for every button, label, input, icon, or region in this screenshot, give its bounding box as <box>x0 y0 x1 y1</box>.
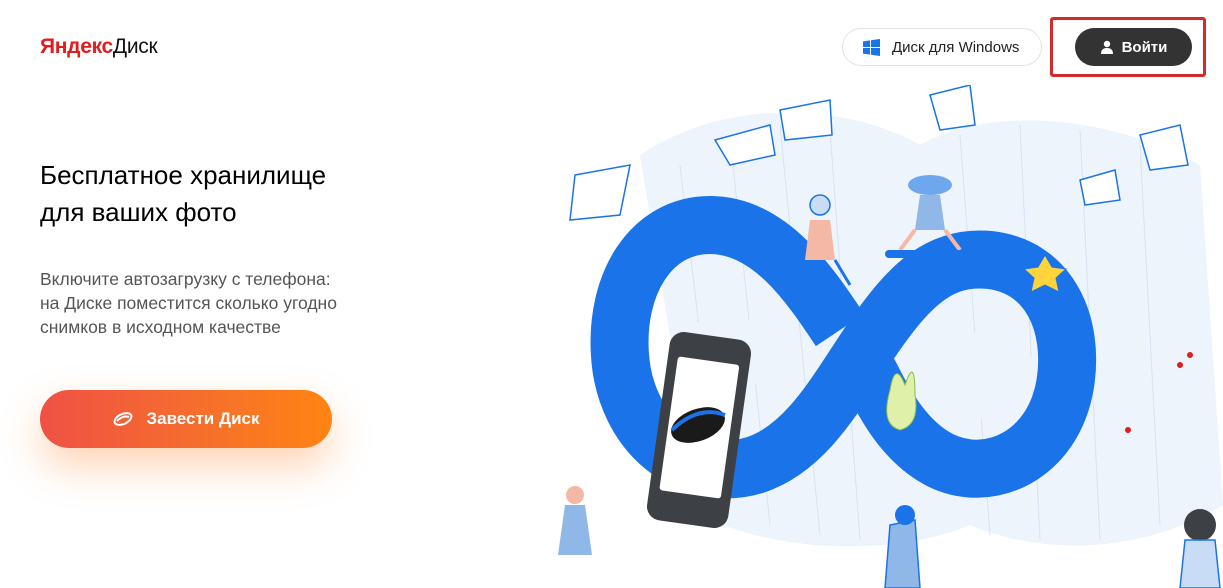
create-disk-label: Завести Диск <box>146 409 260 428</box>
description-line-1: Включите автозагрузку с телефона: <box>40 269 331 289</box>
user-icon <box>1100 40 1113 54</box>
windows-icon <box>863 38 880 56</box>
description-line-2: на Диске поместится сколько угодно <box>40 293 337 313</box>
logo-product: Диск <box>112 35 158 58</box>
page-description: Включите автозагрузку с телефона: на Дис… <box>40 267 400 339</box>
login-button[interactable]: Войти <box>1075 28 1192 66</box>
disk-for-windows-button[interactable]: Диск для Windows <box>842 28 1042 66</box>
logo-brand: Яндекс <box>40 35 113 58</box>
hero-illustration <box>558 85 1223 588</box>
headline-line-1: Бесплатное хранилище <box>40 160 327 190</box>
character-bottom-right <box>1179 509 1221 588</box>
character-bottom-left <box>558 486 592 555</box>
windows-button-label: Диск для Windows <box>892 38 1020 56</box>
disk-icon <box>114 412 133 426</box>
headline-line-2: для ваших фото <box>40 197 237 227</box>
yandex-disk-logo[interactable]: ЯндексДиск <box>40 34 158 60</box>
page-headline: Бесплатное хранилище для ваших фото <box>40 157 400 231</box>
login-button-label: Войти <box>1121 38 1168 56</box>
description-line-3: снимков в исходном качестве <box>40 317 281 337</box>
create-disk-button[interactable]: Завести Диск <box>40 390 332 448</box>
